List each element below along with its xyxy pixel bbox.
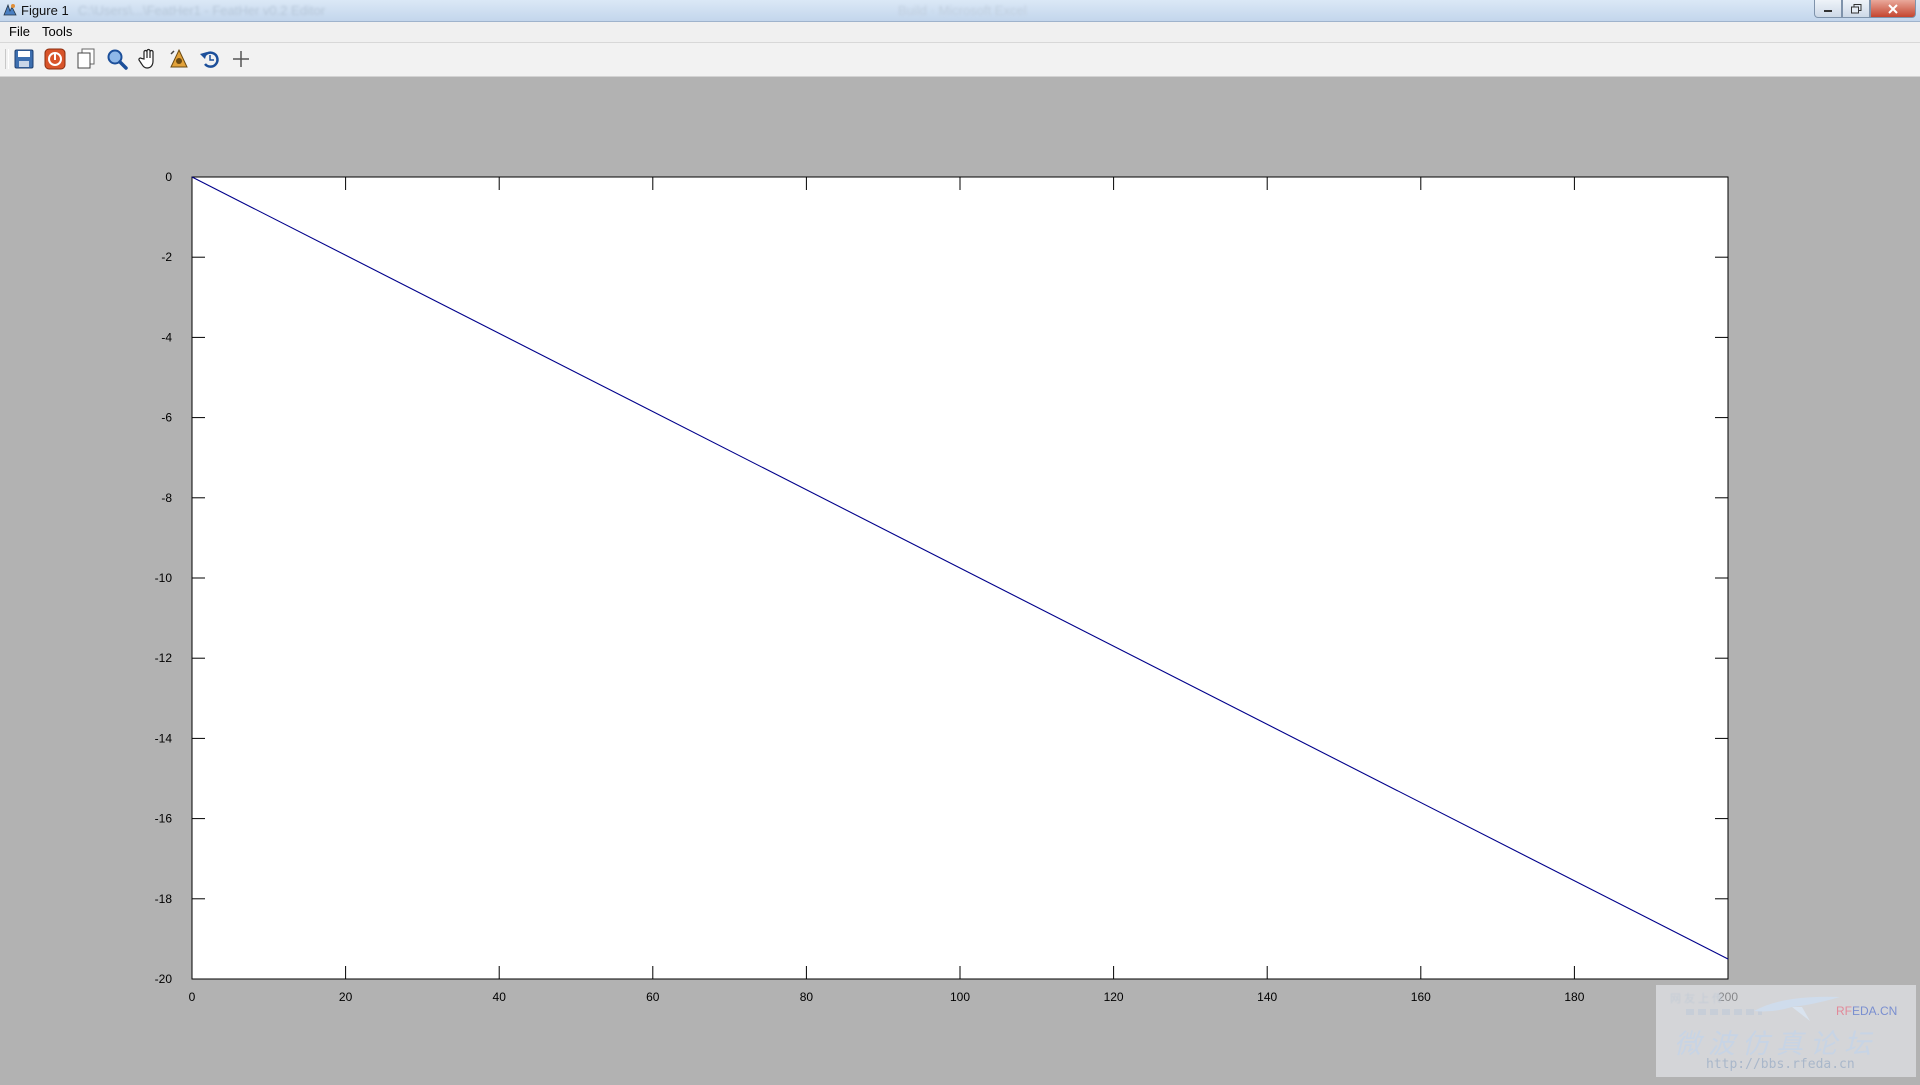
figure-canvas: 0204060801001201401601802000-2-4-6-8-10-… [0,77,1920,1080]
y-tick-label: -10 [155,571,173,585]
zoom-button[interactable] [105,47,129,71]
watermark-chinese-title: 微波仿真论坛 [1674,1029,1878,1060]
watermark-bars [1686,1009,1762,1015]
reset-view-icon [200,51,219,68]
y-tick-label: -4 [161,330,172,344]
x-tick-label: 160 [1411,990,1431,1004]
close-button[interactable] [1870,0,1916,18]
x-tick-label: 80 [800,990,814,1004]
minimize-button[interactable] [1814,0,1842,18]
app-icon [3,3,17,16]
window-controls [1814,0,1916,18]
stop-icon [44,48,66,70]
y-tick-label: -2 [161,250,172,264]
watermark-brand: RFEDA.CN [1836,1004,1898,1018]
menu-tools[interactable]: Tools [42,24,72,39]
crosshair-button[interactable] [229,47,253,71]
axes-background [191,176,1729,980]
window-title-extra: Build · Microsoft Excel [898,3,1027,18]
watermark: 网 友 上 传 RFEDA.CN 微波仿真论坛 http://bbs.rfeda… [1656,985,1916,1077]
toolbar-grip [5,49,9,69]
line-chart[interactable]: 0204060801001201401601802000-2-4-6-8-10-… [0,77,1920,1080]
x-tick-label: 120 [1104,990,1124,1004]
zoom-icon [107,49,128,70]
watermark-faded-text: 网 友 上 传 [1670,993,1724,1005]
menu-bar: File Tools [0,22,1920,43]
x-tick-label: 60 [646,990,660,1004]
menu-file[interactable]: File [9,24,30,39]
title-bar: Figure 1 C:\Users\...\FeatHer1 - FeatHer… [0,0,1920,22]
pan-button[interactable] [136,47,160,71]
rotate-3d-icon [170,48,188,68]
y-tick-label: -14 [155,731,173,745]
copy-icon [77,48,95,69]
rotate-3d-button[interactable] [167,47,191,71]
window-title-path: C:\Users\...\FeatHer1 - FeatHer v0.2 Edi… [78,3,326,18]
close-icon [1888,3,1898,14]
watermark-url: http://bbs.rfeda.cn [1706,1057,1855,1072]
watermark-plane-logo [1754,996,1840,1021]
restore-button[interactable] [1842,0,1870,18]
y-tick-label: -20 [155,972,173,986]
pan-icon [138,48,154,69]
restore-icon [1850,3,1861,13]
y-tick-label: -8 [161,491,172,505]
save-button[interactable] [12,47,36,71]
window-title: Figure 1 [21,3,69,18]
minimize-icon [1824,9,1832,12]
x-tick-label: 180 [1564,990,1584,1004]
x-tick-label: 20 [339,990,353,1004]
x-tick-label: 140 [1257,990,1277,1004]
y-tick-label: -6 [161,411,172,425]
copy-button[interactable] [74,47,98,71]
y-tick-label: -18 [155,892,173,906]
x-tick-label: 100 [950,990,970,1004]
y-tick-label: -16 [155,812,173,826]
y-tick-label: -12 [155,651,173,665]
x-tick-label: 40 [493,990,507,1004]
stop-button[interactable] [43,47,67,71]
y-tick-label: 0 [165,170,172,184]
x-tick-label: 0 [189,990,196,1004]
save-icon [14,49,34,69]
reset-view-button[interactable] [198,47,222,71]
crosshair-icon [233,51,249,67]
toolbar [0,43,1920,77]
